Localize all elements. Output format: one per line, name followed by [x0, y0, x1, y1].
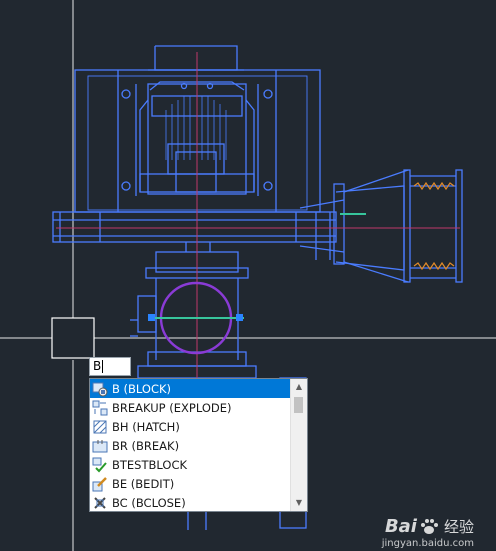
break-icon [92, 438, 108, 454]
autocomplete-item-label: BH (HATCH) [112, 419, 180, 434]
testblock-check-icon [92, 457, 108, 473]
autocomplete-item-bclose[interactable]: BC (BCLOSE) [90, 493, 291, 511]
watermark-logo-suffix: 经验 [443, 518, 474, 536]
autocomplete-item-label: BREAKUP (EXPLODE) [112, 400, 232, 415]
block-icon [92, 381, 108, 397]
autocomplete-scrollbar[interactable]: ▲ ▼ [290, 379, 307, 511]
autocomplete-item-label: BC (BCLOSE) [112, 495, 186, 510]
pickbox [51, 317, 95, 359]
watermark-url: jingyan.baidu.com [381, 538, 474, 549]
autocomplete-item-btestblock[interactable]: BTESTBLOCK [90, 455, 291, 474]
command-autocomplete-list[interactable]: B (BLOCK) BREAKUP (EXPLODE) BH (HATCH) B… [89, 378, 308, 512]
bedit-icon [92, 476, 108, 492]
autocomplete-item-hatch[interactable]: BH (HATCH) [90, 417, 291, 436]
autocomplete-item-label: B (BLOCK) [112, 381, 172, 396]
bclose-icon [92, 495, 108, 511]
autocomplete-item-label: BR (BREAK) [112, 438, 180, 453]
scroll-down-icon[interactable]: ▼ [291, 495, 307, 511]
baidu-jingyan-watermark: Bai 经验 jingyan.baidu.com [382, 516, 474, 549]
autocomplete-item-break[interactable]: BR (BREAK) [90, 436, 291, 455]
autocomplete-item-explode[interactable]: BREAKUP (EXPLODE) [90, 398, 291, 417]
scrollbar-thumb[interactable] [294, 397, 303, 413]
explode-icon [92, 400, 108, 416]
command-input[interactable]: B [89, 357, 131, 376]
autocomplete-item-label: BTESTBLOCK [112, 457, 188, 472]
hatch-icon [92, 419, 108, 435]
command-input-value: B [93, 359, 102, 373]
autocomplete-item-label: BE (BEDIT) [112, 476, 175, 491]
spring-lines [413, 181, 455, 271]
paw-icon [420, 518, 438, 534]
watermark-logo-text: Bai [384, 516, 417, 537]
autocomplete-item-block[interactable]: B (BLOCK) [90, 379, 291, 398]
scroll-up-icon[interactable]: ▲ [291, 379, 307, 395]
autocomplete-item-bedit[interactable]: BE (BEDIT) [90, 474, 291, 493]
text-caret [102, 360, 104, 373]
